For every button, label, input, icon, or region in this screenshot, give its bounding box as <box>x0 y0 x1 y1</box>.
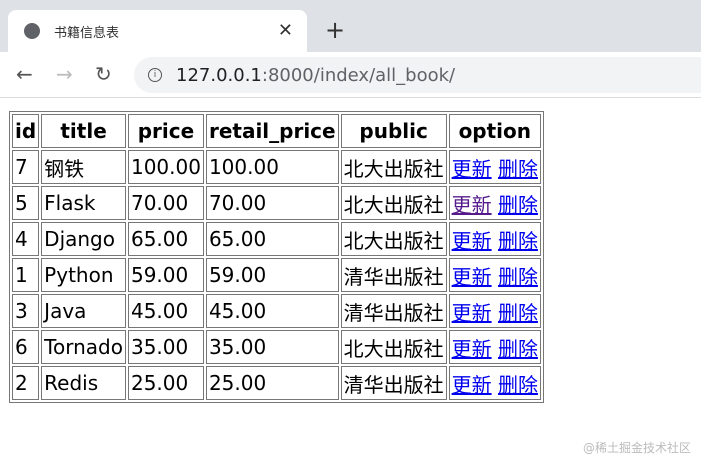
cell-retail-price: 59.00 <box>205 258 339 292</box>
cell-public: 北大出版社 <box>340 330 447 364</box>
column-header-id: id <box>12 114 40 148</box>
cell-id: 2 <box>12 366 40 400</box>
cell-public: 北大出版社 <box>340 186 447 220</box>
reload-icon[interactable]: ↻ <box>95 62 112 86</box>
cell-title: 钢铁 <box>41 150 126 184</box>
new-tab-icon[interactable]: + <box>325 16 345 44</box>
column-header-retail-price: retail_price <box>205 114 339 148</box>
cell-price: 70.00 <box>127 186 204 220</box>
update-link[interactable]: 更新 <box>452 337 492 361</box>
info-icon[interactable]: i <box>148 68 162 82</box>
cell-option: 更新 删除 <box>448 294 541 328</box>
cell-title: Django <box>41 222 126 256</box>
cell-retail-price: 35.00 <box>205 330 339 364</box>
cell-price: 100.00 <box>127 150 204 184</box>
delete-link[interactable]: 删除 <box>498 337 538 361</box>
cell-public: 清华出版社 <box>340 258 447 292</box>
cell-public: 北大出版社 <box>340 222 447 256</box>
update-link[interactable]: 更新 <box>452 301 492 325</box>
cell-id: 4 <box>12 222 40 256</box>
cell-option: 更新 删除 <box>448 330 541 364</box>
watermark: @稀土掘金技术社区 <box>582 441 691 455</box>
url-host: 127.0.0.1 <box>176 64 262 86</box>
column-header-option: option <box>448 114 541 148</box>
cell-id: 5 <box>12 186 40 220</box>
close-tab-icon[interactable]: ✕ <box>278 20 293 41</box>
cell-title: Flask <box>41 186 126 220</box>
table-row: 6 Tornado 35.00 35.00 北大出版社 更新 删除 <box>12 330 541 364</box>
cell-option: 更新 删除 <box>448 366 541 400</box>
table-row: 3 Java 45.00 45.00 清华出版社 更新 删除 <box>12 294 541 328</box>
cell-option: 更新 删除 <box>448 258 541 292</box>
delete-link[interactable]: 删除 <box>498 229 538 253</box>
delete-link[interactable]: 删除 <box>498 157 538 181</box>
table-row: 7 钢铁 100.00 100.00 北大出版社 更新 删除 <box>12 150 541 184</box>
cell-retail-price: 100.00 <box>205 150 339 184</box>
cell-id: 6 <box>12 330 40 364</box>
cell-retail-price: 65.00 <box>205 222 339 256</box>
delete-link[interactable]: 删除 <box>498 373 538 397</box>
update-link[interactable]: 更新 <box>452 373 492 397</box>
cell-price: 35.00 <box>127 330 204 364</box>
cell-option: 更新 删除 <box>448 186 541 220</box>
cell-public: 北大出版社 <box>340 150 447 184</box>
delete-link[interactable]: 删除 <box>498 301 538 325</box>
cell-retail-price: 25.00 <box>205 366 339 400</box>
update-link[interactable]: 更新 <box>452 265 492 289</box>
tab-bar: 书籍信息表 ✕ + <box>0 0 701 52</box>
cell-price: 45.00 <box>127 294 204 328</box>
tab-title: 书籍信息表 <box>54 25 120 41</box>
delete-link[interactable]: 删除 <box>498 193 538 217</box>
cell-id: 3 <box>12 294 40 328</box>
update-link[interactable]: 更新 <box>452 157 492 181</box>
cell-public: 清华出版社 <box>340 294 447 328</box>
cell-retail-price: 70.00 <box>205 186 339 220</box>
cell-public: 清华出版社 <box>340 366 447 400</box>
books-table: id title price retail_price public option 7 钢铁… <box>9 111 544 403</box>
cell-title: Redis <box>41 366 126 400</box>
table-row: 4 Django 65.00 65.00 北大出版社 更新 删除 <box>12 222 541 256</box>
table-row: 1 Python 59.00 59.00 清华出版社 更新 删除 <box>12 258 541 292</box>
column-header-title: title <box>41 114 126 148</box>
back-icon[interactable]: ← <box>16 62 33 86</box>
cell-option: 更新 删除 <box>448 150 541 184</box>
toolbar: ← → ↻ i 127.0.0.1:8000/index/all_book/ <box>0 52 701 98</box>
update-link[interactable]: 更新 <box>452 193 492 217</box>
cell-option: 更新 删除 <box>448 222 541 256</box>
address-bar[interactable]: i 127.0.0.1:8000/index/all_book/ <box>134 57 701 93</box>
url-path: :8000/index/all_book/ <box>261 64 456 86</box>
browser-tab[interactable]: 书籍信息表 ✕ <box>8 10 307 52</box>
globe-icon <box>24 23 40 39</box>
update-link[interactable]: 更新 <box>452 229 492 253</box>
cell-price: 65.00 <box>127 222 204 256</box>
cell-price: 25.00 <box>127 366 204 400</box>
delete-link[interactable]: 删除 <box>498 265 538 289</box>
table-row: 2 Redis 25.00 25.00 清华出版社 更新 删除 <box>12 366 541 400</box>
cell-id: 7 <box>12 150 40 184</box>
cell-retail-price: 45.00 <box>205 294 339 328</box>
cell-id: 1 <box>12 258 40 292</box>
column-header-public: public <box>340 114 447 148</box>
cell-title: Python <box>41 258 126 292</box>
cell-title: Java <box>41 294 126 328</box>
cell-title: Tornado <box>41 330 126 364</box>
table-row: 5 Flask 70.00 70.00 北大出版社 更新 删除 <box>12 186 541 220</box>
cell-price: 59.00 <box>127 258 204 292</box>
forward-icon[interactable]: → <box>56 62 73 86</box>
column-header-price: price <box>127 114 204 148</box>
